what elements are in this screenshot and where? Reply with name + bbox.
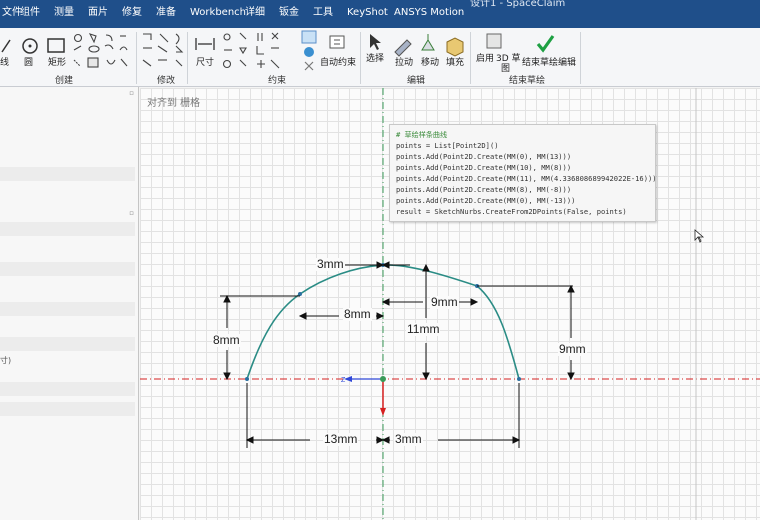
- script-tooltip: # 草绘样条曲线 points = List[Point2D]() points…: [389, 124, 657, 222]
- move-button[interactable]: 移动: [421, 58, 439, 68]
- panel-row: [0, 382, 135, 396]
- dimension-left-8mm[interactable]: 8mm: [212, 334, 241, 347]
- menu-bar: 设计1 - SpaceClaim 文件 组件 测量 面片 修复 准备 Workb…: [0, 0, 760, 28]
- fill-button[interactable]: 填充: [446, 58, 464, 68]
- line-tool-icon[interactable]: [1, 39, 11, 53]
- ribbon-separator: [360, 32, 361, 84]
- pin-icon[interactable]: ▫: [129, 89, 134, 97]
- menu-ansys-motion[interactable]: ANSYS Motion: [394, 7, 464, 19]
- ribbon-separator: [136, 32, 137, 84]
- dimension-tool-icon[interactable]: [195, 38, 215, 50]
- code-line: points.Add(Point2D.Create(MM(0), MM(-13)…: [396, 196, 576, 205]
- menu-facets[interactable]: 面片: [88, 7, 108, 19]
- code-line: points = List[Point2D](): [396, 141, 499, 150]
- panel-row: [0, 402, 135, 416]
- fill-tool-icon[interactable]: [446, 37, 464, 57]
- menu-repair[interactable]: 修复: [122, 7, 142, 19]
- group-modify-label: 修改: [157, 76, 176, 86]
- dimension-lines: [220, 261, 575, 448]
- menu-sheetmetal[interactable]: 钣金: [279, 7, 299, 19]
- panel-row: [0, 262, 135, 276]
- auto-constrain-icon[interactable]: [329, 35, 345, 49]
- end-sketch-edit-button[interactable]: 结束草绘编辑: [522, 58, 576, 68]
- constraint-toggle-icon[interactable]: [301, 30, 317, 44]
- ribbon-separator: [470, 32, 471, 84]
- spline-curve[interactable]: [246, 264, 520, 380]
- menu-measure[interactable]: 测量: [54, 7, 74, 19]
- dimension-button[interactable]: 尺寸: [196, 58, 214, 68]
- panel-row: [0, 337, 135, 351]
- constraint-dot-icon[interactable]: [304, 47, 314, 57]
- dimension-bottom-13mm[interactable]: 13mm: [323, 433, 359, 446]
- checkmark-icon[interactable]: [536, 35, 555, 53]
- sketch-canvas[interactable]: 对齐到 栅格 Z # 草绘样条曲线 points = List[Point2D]…: [140, 88, 760, 520]
- remove-constraint-icon[interactable]: [304, 61, 314, 71]
- group-constraints-label: 约束: [268, 76, 287, 86]
- sketch-small-tools-icon[interactable]: [73, 33, 128, 68]
- select-tool-icon[interactable]: [370, 34, 381, 50]
- line-button[interactable]: 线: [0, 58, 9, 68]
- dimension-inner-8mm[interactable]: 8mm: [343, 308, 372, 321]
- dimension-bottom-3mm[interactable]: 3mm: [394, 433, 423, 446]
- circle-button[interactable]: 圆: [24, 58, 33, 68]
- modify-tools-icon[interactable]: [142, 33, 184, 67]
- menu-tools[interactable]: 工具: [313, 7, 333, 19]
- select-button[interactable]: 选择: [366, 54, 384, 64]
- move-tool-icon[interactable]: [421, 34, 435, 51]
- code-line: result = SketchNurbs.CreateFrom2DPoints(…: [396, 207, 627, 216]
- rectangle-button[interactable]: 矩形: [48, 58, 66, 68]
- window-title: 设计1 - SpaceClaim: [470, 0, 566, 9]
- code-line: points.Add(Point2D.Create(MM(0), MM(13))…: [396, 152, 572, 161]
- dimension-side-9mm[interactable]: 9mm: [558, 343, 587, 356]
- control-point[interactable]: [298, 292, 302, 296]
- enable-3d-label-2[interactable]: 3D 草: [496, 54, 521, 64]
- menu-workbench[interactable]: Workbench: [190, 7, 246, 19]
- control-point[interactable]: [245, 377, 249, 381]
- circle-tool-icon[interactable]: [22, 38, 38, 54]
- ribbon: 线 圆 矩形 尺寸 自动约束 选择 拉动 移动 填充 启用 3D 草 图 结束草…: [0, 28, 760, 87]
- z-axis-label: Z: [341, 377, 346, 384]
- group-edit-label: 编辑: [407, 76, 426, 86]
- menu-prepare[interactable]: 准备: [156, 7, 176, 19]
- left-panel: ▫ ▫ 寸): [0, 87, 139, 520]
- rectangle-tool-icon[interactable]: [47, 38, 65, 53]
- ribbon-separator: [580, 32, 581, 84]
- auto-constrain-button[interactable]: 自动约束: [320, 58, 356, 68]
- panel-row: [0, 222, 135, 236]
- control-point[interactable]: [517, 377, 521, 381]
- ribbon-separator: [187, 32, 188, 84]
- menu-assembly[interactable]: 组件: [20, 7, 40, 19]
- code-line: points.Add(Point2D.Create(MM(11), MM(4.3…: [396, 174, 657, 183]
- pull-button[interactable]: 拉动: [395, 58, 413, 68]
- menu-keyshot[interactable]: KeyShot: [347, 7, 388, 19]
- dimension-top-3mm[interactable]: 3mm: [316, 258, 345, 271]
- menu-file[interactable]: 文件: [2, 7, 22, 19]
- origin-point[interactable]: [380, 376, 386, 382]
- code-comment: # 草绘样条曲线: [396, 130, 448, 139]
- origin-triad: [344, 376, 386, 416]
- code-line: points.Add(Point2D.Create(MM(8), MM(-8))…: [396, 185, 572, 194]
- panel-row: [0, 167, 135, 181]
- enable-3d-sketch-icon[interactable]: [486, 33, 502, 49]
- constraint-tools-icon[interactable]: [222, 32, 280, 69]
- dimension-right-9mm[interactable]: 9mm: [430, 296, 459, 309]
- group-end-sketch-label: 结束草绘: [509, 76, 546, 86]
- menu-detail[interactable]: 详细: [245, 7, 265, 19]
- panel-text: 寸): [0, 356, 12, 365]
- panel-row: [0, 302, 135, 316]
- pull-tool-icon[interactable]: [394, 39, 412, 57]
- code-line: points.Add(Point2D.Create(MM(10), MM(8))…: [396, 163, 572, 172]
- pin-icon[interactable]: ▫: [129, 209, 134, 217]
- enable-3d-label-1[interactable]: 启用: [476, 54, 494, 64]
- group-create-label: 创建: [55, 76, 74, 86]
- dimension-height-11mm[interactable]: 11mm: [406, 323, 441, 336]
